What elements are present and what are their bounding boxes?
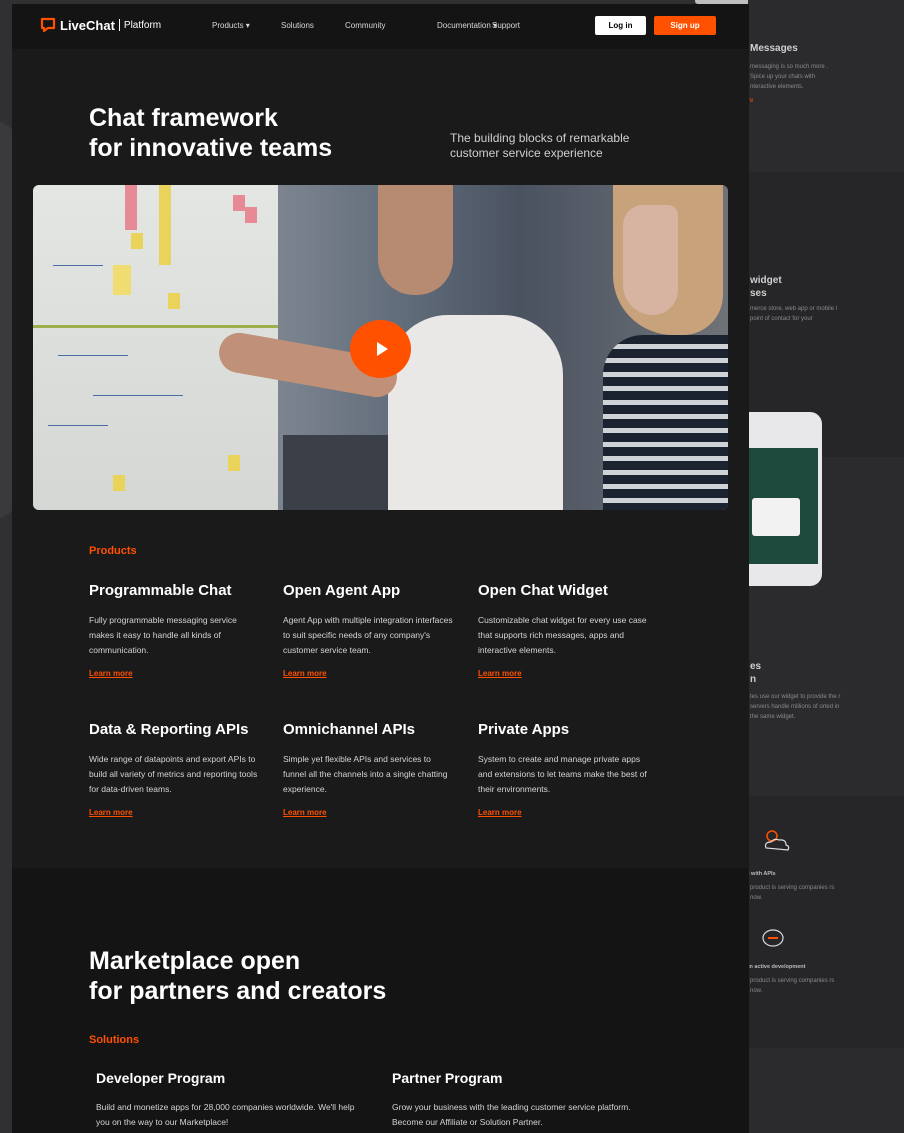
solution-description: Grow your business with the leading cust… <box>392 1102 631 1127</box>
background-text: messaging is so much more . Spice up you… <box>750 64 829 90</box>
nav-item-solutions[interactable]: Solutions <box>281 21 314 30</box>
background-small-heading: l with APIs <box>748 871 776 877</box>
learn-more-link[interactable]: Learn more <box>89 669 133 678</box>
products-section-label: Products <box>89 545 137 557</box>
nav-item-community[interactable]: Community <box>345 21 385 30</box>
brand-name: LiveChat <box>60 17 115 33</box>
nav-item-documentation[interactable]: Documentation ▾ <box>437 21 497 30</box>
chat-bubble-icon <box>762 929 784 947</box>
gear-cloud-icon <box>764 830 790 851</box>
solution-title: Partner Program <box>392 1070 503 1086</box>
product-title: Open Chat Widget <box>478 582 608 599</box>
learn-more-link[interactable]: Learn more <box>478 669 522 678</box>
solutions-section-label: Solutions <box>89 1034 140 1046</box>
hero-subtitle: The building blocks of remarkable custom… <box>450 131 630 160</box>
background-small-heading: in active development <box>748 964 806 970</box>
product-title: Programmable Chat <box>89 582 232 599</box>
product-description: System to create and manage private apps… <box>478 754 647 794</box>
product-description: Fully programmable messaging service mak… <box>89 615 237 655</box>
brand-logo[interactable]: LiveChat Platform <box>40 17 161 33</box>
solution-description: Build and monetize apps for 28,000 compa… <box>96 1102 355 1127</box>
main-page: LiveChat Platform Products ▾ Solutions C… <box>12 4 749 1133</box>
product-title: Private Apps <box>478 721 570 738</box>
product-description: Wide range of datapoints and export APIs… <box>89 754 258 794</box>
background-text: tes use our widget to provide the r serv… <box>750 694 841 720</box>
background-right-column: Messages messaging is so much more . Spi… <box>748 0 904 1133</box>
background-heading: es n <box>750 661 762 685</box>
product-title: Omnichannel APIs <box>283 721 415 738</box>
login-button[interactable]: Log in <box>595 16 646 35</box>
learn-more-link[interactable]: Learn more <box>478 808 522 817</box>
product-description: Simple yet flexible APIs and services to… <box>283 754 448 794</box>
solution-title: Developer Program <box>96 1070 226 1086</box>
learn-more-link[interactable]: Learn more <box>283 808 327 817</box>
play-button[interactable] <box>350 320 411 378</box>
background-heading: Messages <box>750 43 798 54</box>
chevron-down-icon: ▾ <box>243 21 250 30</box>
nav-item-support[interactable]: Support <box>492 21 520 30</box>
brand-subtitle: Platform <box>123 19 162 31</box>
product-title: Data & Reporting APIs <box>89 721 249 738</box>
signup-button[interactable]: Sign up <box>654 16 716 35</box>
nav-item-products[interactable]: Products ▾ <box>212 21 250 30</box>
background-heading: widget ses <box>750 275 782 299</box>
product-description: Agent App with multiple integration inte… <box>283 615 453 655</box>
background-text: product is serving companies rs now. <box>750 978 835 994</box>
background-text: product is serving companies rs now. <box>750 885 835 901</box>
top-nav: LiveChat Platform Products ▾ Solutions C… <box>12 4 749 49</box>
learn-more-link[interactable]: Learn more <box>283 669 327 678</box>
background-text: merce store, web app or mobile l point o… <box>750 306 838 322</box>
background-phone-image <box>748 412 822 586</box>
hero-video[interactable] <box>33 185 728 510</box>
play-icon <box>376 342 388 356</box>
product-title: Open Agent App <box>283 582 401 599</box>
chat-logo-icon <box>40 17 56 33</box>
brand-divider <box>118 19 120 31</box>
hero-title: Chat framework for innovative teams <box>89 104 333 162</box>
product-description: Customizable chat widget for every use c… <box>478 615 647 655</box>
learn-more-link[interactable]: Learn more <box>89 808 133 817</box>
marketplace-title: Marketplace open for partners and creato… <box>89 947 387 1005</box>
